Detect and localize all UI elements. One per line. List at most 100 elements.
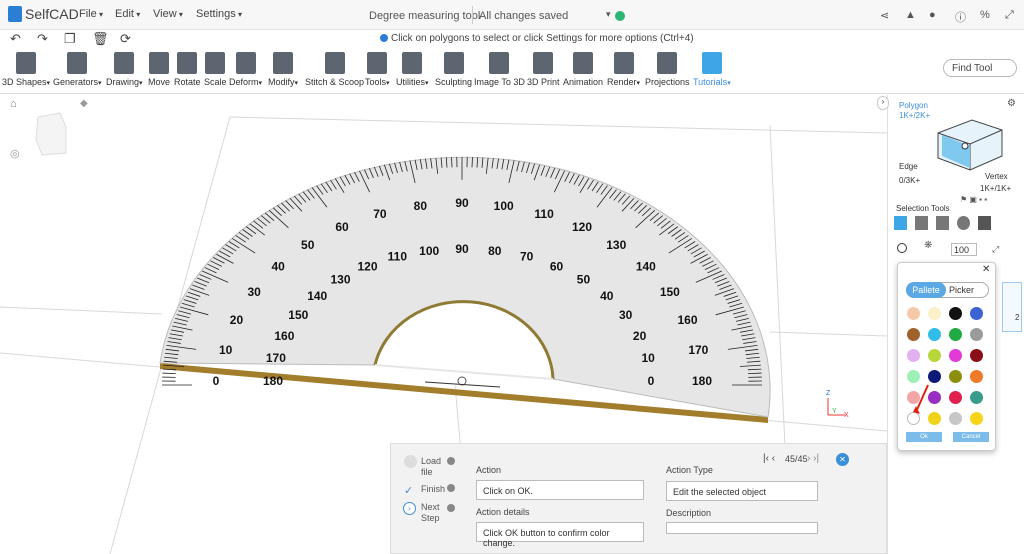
- tool-3d-print[interactable]: 3D Print: [527, 52, 560, 87]
- tool-image-to-3d[interactable]: Image To 3D: [474, 52, 525, 87]
- view-cube[interactable]: [35, 112, 67, 156]
- step-finish[interactable]: Finish: [421, 484, 445, 495]
- info-icon[interactable]: [447, 484, 455, 492]
- tool-projections[interactable]: Projections: [645, 52, 690, 87]
- home-icon[interactable]: ⌂: [10, 98, 17, 110]
- panel-toggle-icon[interactable]: ›: [877, 96, 889, 110]
- trash-icon[interactable]: 🗑: [92, 31, 109, 47]
- copy-icon[interactable]: ❐: [64, 31, 76, 47]
- bell-icon[interactable]: ▲: [905, 9, 916, 21]
- tool-render[interactable]: Render: [607, 52, 640, 87]
- camera-icon[interactable]: ◆: [80, 98, 88, 109]
- step-next[interactable]: Next Step: [421, 502, 443, 524]
- color-swatch[interactable]: [928, 307, 941, 320]
- selection-mode-cube[interactable]: [930, 108, 1010, 178]
- scale-label: 150: [660, 285, 680, 299]
- tab-pallete[interactable]: Pallete: [906, 282, 946, 298]
- chevron-down-icon[interactable]: ▾: [606, 9, 611, 20]
- user-icon[interactable]: ●: [929, 9, 936, 21]
- find-tool-input[interactable]: Find Tool: [943, 59, 1017, 77]
- select-solid-icon[interactable]: [978, 216, 991, 230]
- vertex-label[interactable]: Vertex: [985, 172, 1008, 181]
- tools-icon: [367, 52, 388, 74]
- redo-icon[interactable]: ↷: [37, 31, 48, 47]
- tool-move[interactable]: Move: [148, 52, 170, 87]
- close-icon[interactable]: ✕: [982, 264, 990, 275]
- color-swatch[interactable]: [949, 328, 962, 341]
- tool-stitch-scoop[interactable]: Stitch & Scoop: [305, 52, 364, 87]
- color-swatch[interactable]: [907, 307, 920, 320]
- scale-label: 110: [534, 207, 554, 221]
- polygon-mode[interactable]: Polygon: [899, 101, 928, 110]
- color-swatch[interactable]: [949, 370, 962, 383]
- menu-file[interactable]: File: [79, 8, 103, 20]
- menu-view[interactable]: View: [153, 8, 183, 20]
- edge-label[interactable]: Edge: [899, 162, 918, 171]
- app-logo[interactable]: SelfCAD: [8, 6, 79, 22]
- select-sphere-icon[interactable]: [957, 216, 970, 230]
- brush-pattern-icon[interactable]: ❋: [924, 240, 932, 251]
- tab-picker[interactable]: Picker: [949, 285, 974, 295]
- color-swatch[interactable]: [949, 307, 962, 320]
- tool-label: Image To 3D: [474, 77, 525, 87]
- tool-tutorials[interactable]: Tutorials: [693, 52, 731, 87]
- tool-drawing[interactable]: Drawing: [106, 52, 143, 87]
- tool-generators[interactable]: Generators: [53, 52, 102, 87]
- first-page-icon[interactable]: |‹ ‹: [763, 453, 775, 464]
- tool-3d-shapes[interactable]: 3D Shapes: [2, 52, 50, 87]
- tool-tools[interactable]: Tools: [365, 52, 390, 87]
- color-swatch[interactable]: [970, 349, 983, 362]
- info-icon[interactable]: [447, 457, 455, 465]
- tool-scale[interactable]: Scale: [204, 52, 227, 87]
- color-swatch[interactable]: [949, 349, 962, 362]
- menu-edit[interactable]: Edit: [115, 8, 140, 20]
- scale-label: 90: [455, 196, 469, 210]
- info-icon[interactable]: [447, 504, 455, 512]
- color-swatch[interactable]: [970, 412, 983, 425]
- color-swatch[interactable]: [907, 349, 920, 362]
- close-icon[interactable]: ✕: [836, 453, 849, 466]
- printer-icon: [533, 52, 554, 74]
- scale-label: 50: [301, 238, 315, 252]
- color-swatch[interactable]: [970, 370, 983, 383]
- tool-animation[interactable]: Animation: [563, 52, 603, 87]
- tool-utilities[interactable]: Utilities: [396, 52, 429, 87]
- expand-panel-icon[interactable]: ⤢: [992, 244, 999, 255]
- last-page-icon[interactable]: › ›|: [807, 453, 819, 464]
- tool-deform[interactable]: Deform: [229, 52, 262, 87]
- share-icon[interactable]: ⋖: [880, 9, 889, 22]
- selection-tools-icons[interactable]: ⚑ ▣ ▪ ▪: [960, 195, 987, 204]
- cancel-button[interactable]: Cancel: [953, 432, 989, 442]
- color-swatch[interactable]: [928, 349, 941, 362]
- menu-settings[interactable]: Settings: [196, 8, 242, 20]
- expand-icon[interactable]: ⤢: [1005, 9, 1014, 22]
- color-swatch[interactable]: [970, 328, 983, 341]
- color-swatch[interactable]: [907, 328, 920, 341]
- scale-tick: [748, 372, 762, 375]
- brush-circle-icon[interactable]: [897, 243, 907, 253]
- document-title[interactable]: Degree measuring tool: [369, 10, 480, 22]
- tool-label: Tools: [365, 77, 390, 87]
- tool-modify[interactable]: Modify: [268, 52, 298, 87]
- select-grid-icon[interactable]: [936, 216, 949, 230]
- undo-icon[interactable]: ↶: [10, 31, 21, 47]
- select-box-icon[interactable]: [915, 216, 928, 230]
- refresh-icon[interactable]: ⟳: [120, 31, 131, 47]
- color-swatch[interactable]: [970, 307, 983, 320]
- color-swatch[interactable]: [970, 391, 983, 404]
- tool-rotate[interactable]: Rotate: [174, 52, 201, 87]
- color-swatch[interactable]: [949, 391, 962, 404]
- tool-sculpting[interactable]: Sculpting: [435, 52, 472, 87]
- info-icon[interactable]: ⓘ: [955, 9, 966, 25]
- vertex-count: 1K+/1K+: [980, 184, 1012, 193]
- select-cube-icon[interactable]: [894, 216, 907, 230]
- ok-button[interactable]: Ok: [906, 432, 942, 442]
- brush-size-input[interactable]: 100: [951, 243, 977, 256]
- color-swatch[interactable]: [928, 328, 941, 341]
- percent-icon[interactable]: %: [980, 9, 990, 21]
- cube-icon: [16, 52, 37, 74]
- color-swatch[interactable]: [949, 412, 962, 425]
- globe-icon[interactable]: ◎: [10, 147, 20, 160]
- step-load-file[interactable]: Load file: [421, 456, 443, 478]
- scale-label: 150: [288, 308, 308, 322]
